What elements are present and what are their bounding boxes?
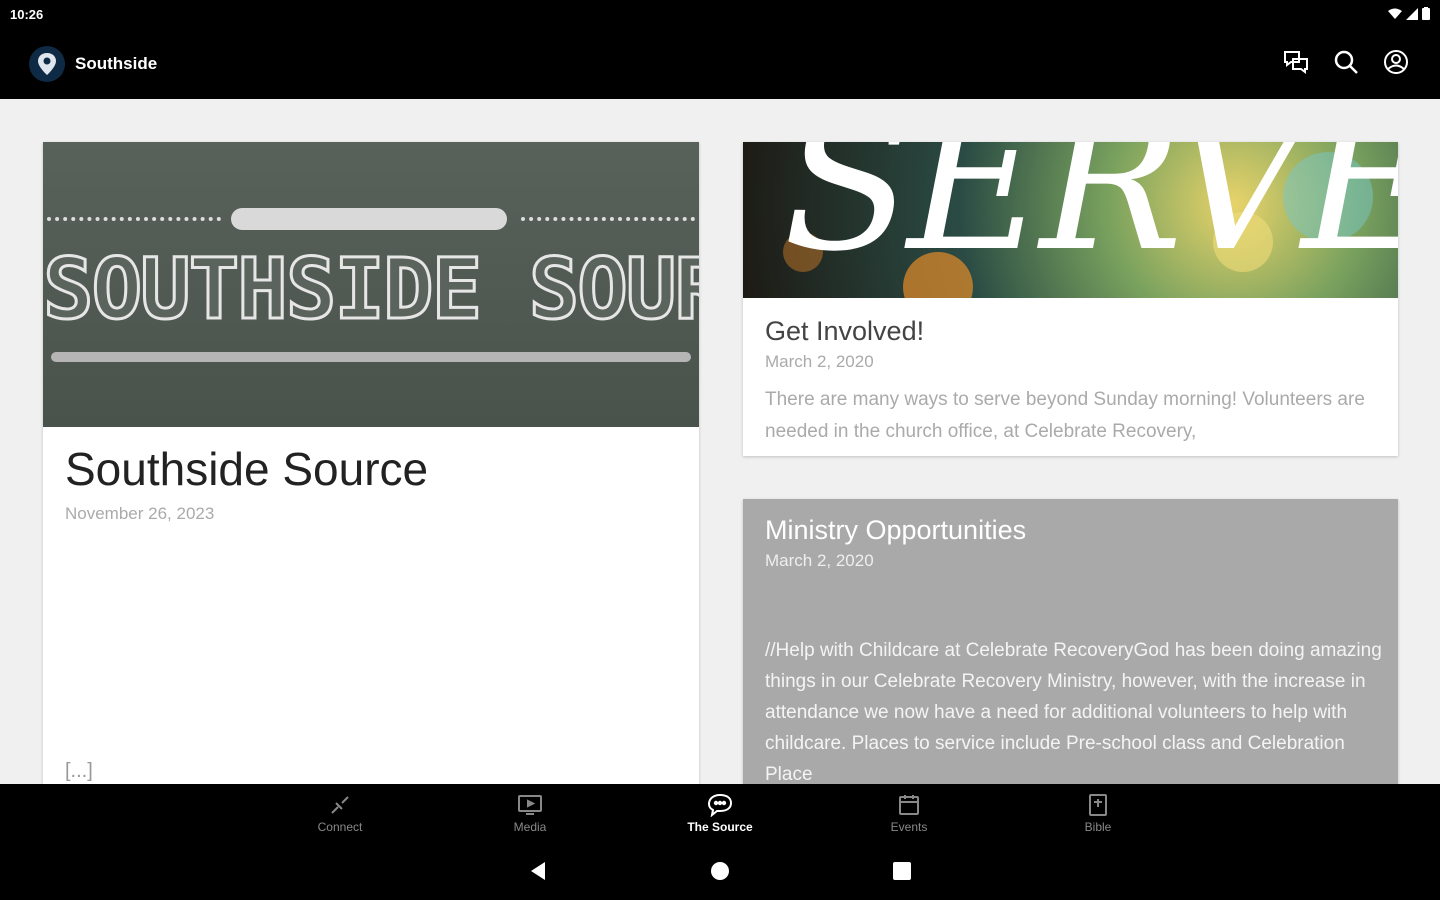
home-circle-icon	[710, 861, 730, 886]
messages-icon	[1283, 50, 1309, 79]
get-involved-card[interactable]: SERVE Get Involved! March 2, 2020 There …	[743, 142, 1398, 456]
get-involved-title: Get Involved!	[765, 316, 925, 346]
messages-button[interactable]	[1282, 50, 1310, 78]
recents-button[interactable]	[891, 861, 913, 886]
banner-bar-top	[231, 208, 507, 230]
church-logo-icon[interactable]	[29, 46, 65, 82]
nav-the-source[interactable]: The Source	[675, 792, 765, 834]
source-banner-text: SOUTHSIDE SOURCE	[43, 239, 699, 340]
system-navigation-bar	[0, 844, 1440, 900]
ministry-title: Ministry Opportunities	[765, 515, 1027, 545]
nav-events[interactable]: Events	[864, 792, 954, 834]
home-button[interactable]	[709, 861, 731, 886]
account-button[interactable]	[1382, 49, 1410, 80]
nav-media-label: Media	[513, 820, 547, 834]
source-card-title: Southside Source	[65, 443, 429, 495]
ministry-excerpt: //Help with Childcare at Celebrate Recov…	[765, 640, 1382, 784]
status-bar: 10:26	[0, 0, 1440, 28]
nav-connect-label: Connect	[317, 820, 363, 834]
status-time: 10:26	[10, 7, 44, 22]
app-bar: Southside	[0, 28, 1440, 99]
back-button[interactable]	[527, 861, 549, 886]
app-actions	[1282, 49, 1410, 80]
chat-bubble-icon	[675, 792, 765, 818]
nav-media[interactable]: Media	[485, 792, 575, 834]
nav-bible-label: Bible	[1084, 820, 1112, 834]
nav-the-source-label: The Source	[687, 820, 753, 834]
ministry-date: March 2, 2020	[765, 551, 874, 570]
nav-events-label: Events	[890, 820, 928, 834]
bible-icon	[1053, 792, 1143, 818]
serve-banner-text: SERVE	[783, 142, 1398, 293]
bottom-navigation: Connect Media The Source Events Bible	[0, 784, 1440, 844]
signal-icon	[1406, 7, 1418, 25]
app-title: Southside	[75, 54, 158, 73]
calendar-icon	[864, 792, 954, 818]
banner-bar-bottom	[51, 352, 691, 362]
source-banner-image: SOUTHSIDE SOURCE	[43, 142, 699, 427]
recents-square-icon	[892, 861, 912, 886]
wifi-icon	[1388, 7, 1402, 25]
banner-dots-right	[521, 217, 695, 223]
nav-bible[interactable]: Bible	[1053, 792, 1143, 834]
connect-icon	[295, 792, 385, 818]
back-triangle-icon	[529, 861, 547, 886]
nav-connect[interactable]: Connect	[295, 792, 385, 834]
search-icon	[1333, 49, 1359, 80]
content-area: SOUTHSIDE SOURCE Southside Source Novemb…	[0, 99, 1440, 784]
source-card-more: [...]	[65, 760, 93, 782]
source-card-date: November 26, 2023	[65, 504, 215, 523]
get-involved-excerpt: There are many ways to serve beyond Sund…	[765, 389, 1365, 442]
get-involved-date: March 2, 2020	[765, 352, 874, 371]
status-icons	[1388, 7, 1430, 25]
source-card[interactable]: SOUTHSIDE SOURCE Southside Source Novemb…	[43, 142, 699, 784]
ministry-opportunities-card[interactable]: Ministry Opportunities March 2, 2020 //H…	[743, 499, 1398, 784]
tv-icon	[485, 792, 575, 818]
serve-banner-image: SERVE	[743, 142, 1398, 298]
battery-icon	[1422, 7, 1430, 25]
account-circle-icon	[1383, 49, 1409, 80]
banner-dots-left	[47, 217, 221, 223]
search-button[interactable]	[1332, 50, 1360, 78]
